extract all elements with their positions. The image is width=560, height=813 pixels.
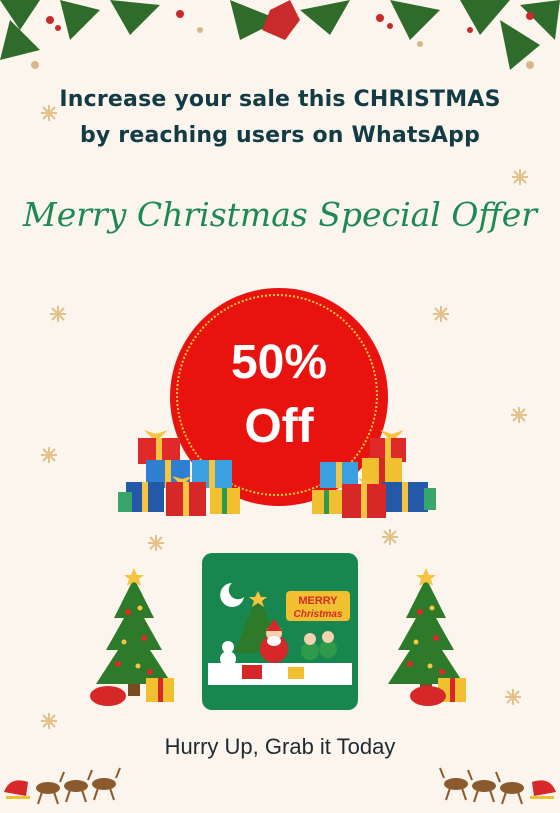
headline-line-1: Increase your sale this CHRISTMAS: [59, 87, 501, 112]
snowflake-icon: [41, 447, 57, 463]
christmas-tree-icon: [90, 568, 174, 706]
gift-boxes-icon: [118, 430, 240, 516]
gift-boxes-icon: [312, 430, 436, 518]
reindeer-sleigh-icon: [4, 767, 121, 805]
headline-line-2: by reaching users on WhatsApp: [79, 123, 481, 148]
cta-text: Hurry Up, Grab it Today: [164, 734, 396, 759]
snowflake-icon: [433, 306, 449, 322]
promo-page: Increase your sale this CHRISTMAS by rea…: [0, 0, 560, 813]
special-offer-title: Merry Christmas Special Offer: [22, 195, 538, 234]
christmas-tree-icon: [388, 568, 466, 706]
santa-card: MERRY Christmas: [202, 553, 358, 710]
reindeer-sleigh-icon: [439, 767, 556, 805]
snowflake-icon: [50, 306, 66, 322]
headline: Increase your sale this CHRISTMAS by rea…: [0, 82, 560, 154]
holly-garland-icon: [0, 0, 560, 70]
snowflake-icon: [512, 169, 528, 185]
snowflake-icon: [41, 713, 57, 729]
discount-percent: 50%: [230, 336, 328, 389]
card-banner-line-2: Christmas: [294, 609, 343, 620]
santa-card-icon: MERRY Christmas: [208, 583, 352, 685]
snowflake-icon: [511, 407, 527, 423]
snowflake-icon: [148, 535, 164, 551]
card-banner-line-1: MERRY: [298, 595, 338, 607]
snowflake-icon: [382, 529, 398, 545]
snowflake-icon: [505, 689, 521, 705]
